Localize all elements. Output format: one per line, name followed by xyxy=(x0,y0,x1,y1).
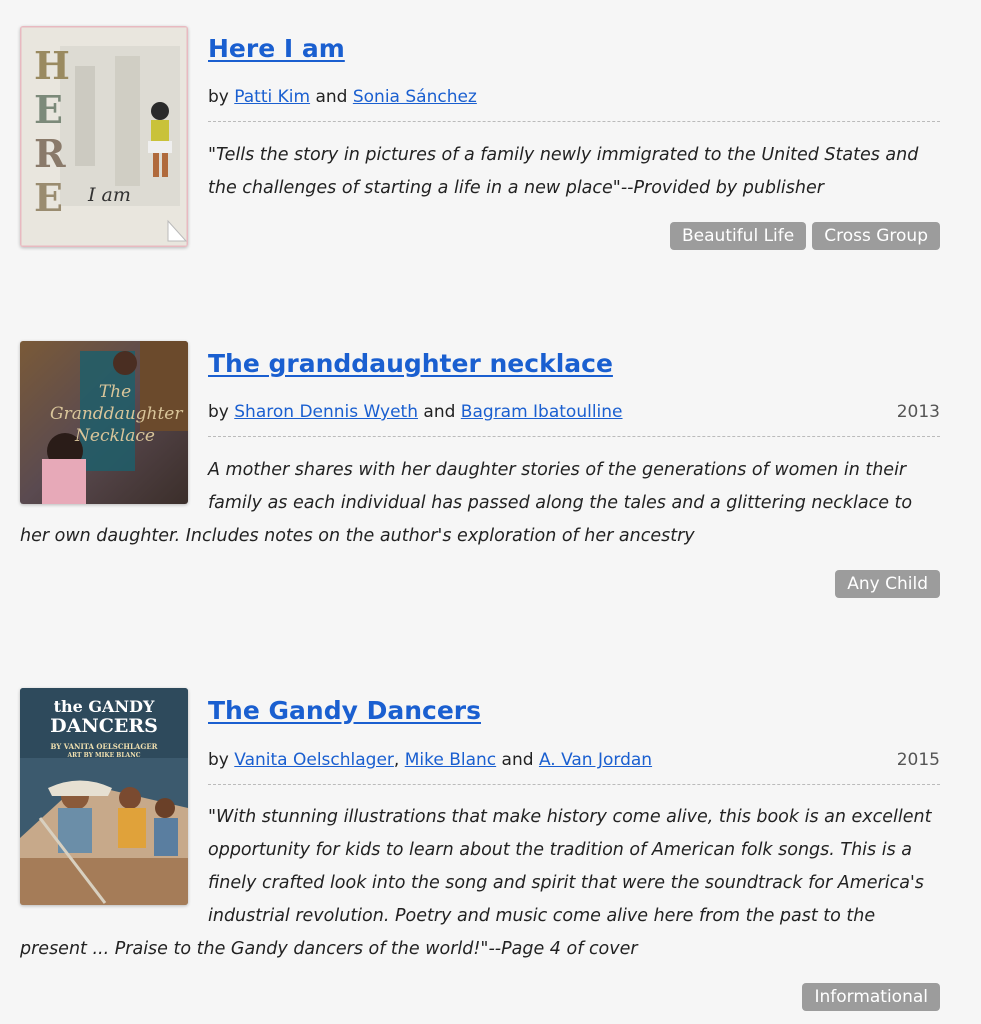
tag-badge[interactable]: Any Child xyxy=(835,570,940,598)
divider xyxy=(208,436,940,437)
author-link[interactable]: Patti Kim xyxy=(234,87,310,107)
book-title-link[interactable]: Here I am xyxy=(208,34,345,63)
book-title-link[interactable]: The granddaughter necklace xyxy=(208,349,613,378)
cover-title-art: The Granddaughter Necklace xyxy=(50,382,183,446)
author-link[interactable]: Sonia Sánchez xyxy=(353,87,477,107)
tag-list: Informational xyxy=(802,983,940,1011)
tag-badge[interactable]: Informational xyxy=(802,983,940,1011)
author-link[interactable]: A. Van Jordan xyxy=(539,750,652,770)
book-title-link[interactable]: The Gandy Dancers xyxy=(208,696,481,725)
divider xyxy=(208,121,940,122)
author-link[interactable]: Sharon Dennis Wyeth xyxy=(234,402,418,422)
cover-title-art: the GANDY DANCERS BY VANITA OELSCHLAGER … xyxy=(50,697,158,760)
book-description: A mother shares with her daughter storie… xyxy=(20,460,913,546)
book-byline: by Vanita Oelschlager, Mike Blanc and A.… xyxy=(208,750,940,770)
divider xyxy=(208,784,940,785)
publication-year: 2015 xyxy=(896,750,940,770)
author-link[interactable]: Mike Blanc xyxy=(405,750,496,770)
book-description: "With stunning illustrations that make h… xyxy=(20,807,932,959)
book-byline: by Patti Kim and Sonia Sánchez xyxy=(208,87,477,107)
publication-year: 2013 xyxy=(896,402,940,422)
tag-badge[interactable]: Beautiful Life xyxy=(670,222,807,250)
tag-list: Any Child xyxy=(835,570,940,598)
tag-badge[interactable]: Cross Group xyxy=(812,222,940,250)
tag-list: Beautiful Life Cross Group xyxy=(670,222,940,250)
book-byline: by Sharon Dennis Wyeth and Bagram Ibatou… xyxy=(208,402,940,422)
author-link[interactable]: Vanita Oelschlager xyxy=(234,750,394,770)
author-link[interactable]: Bagram Ibatoulline xyxy=(461,402,623,422)
